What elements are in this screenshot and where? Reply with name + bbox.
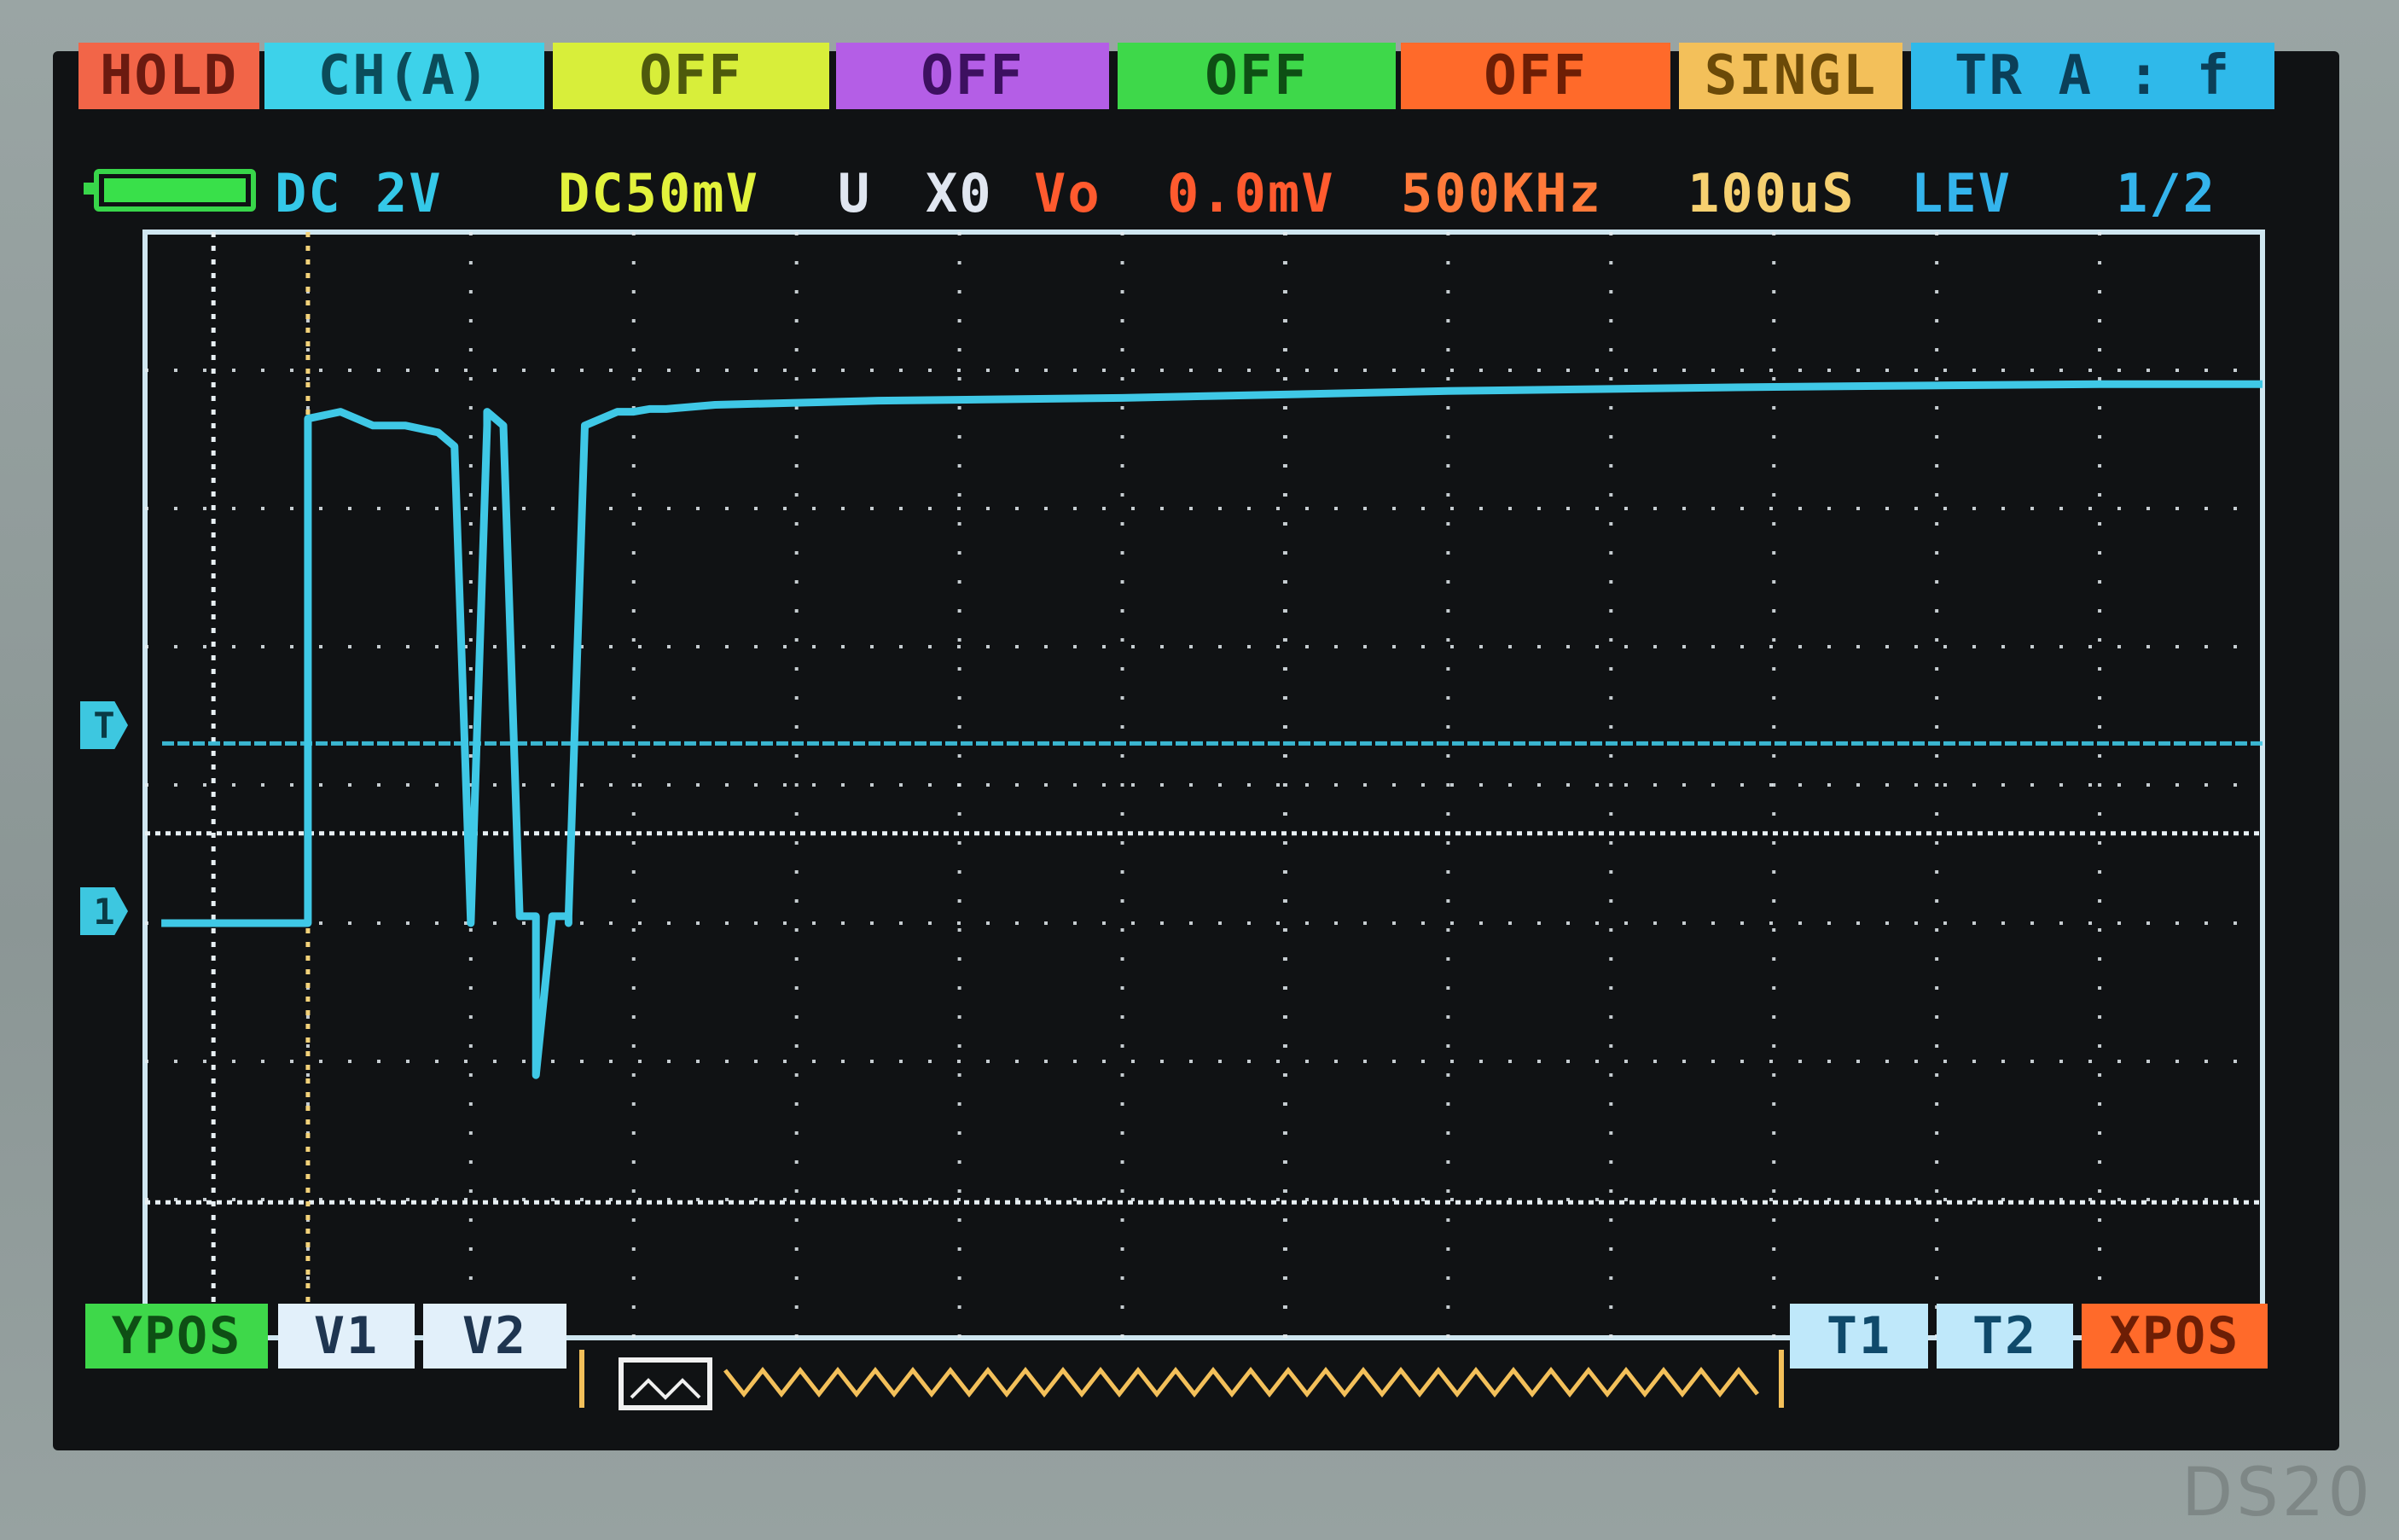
square-wave-glyph bbox=[630, 1378, 701, 1400]
zigzag-timebase-icon bbox=[723, 1366, 1759, 1398]
square-wave-icon bbox=[619, 1357, 712, 1410]
device-brand-label: DS20 bbox=[2181, 1455, 2373, 1531]
timebase-strip[interactable] bbox=[0, 0, 2399, 1540]
